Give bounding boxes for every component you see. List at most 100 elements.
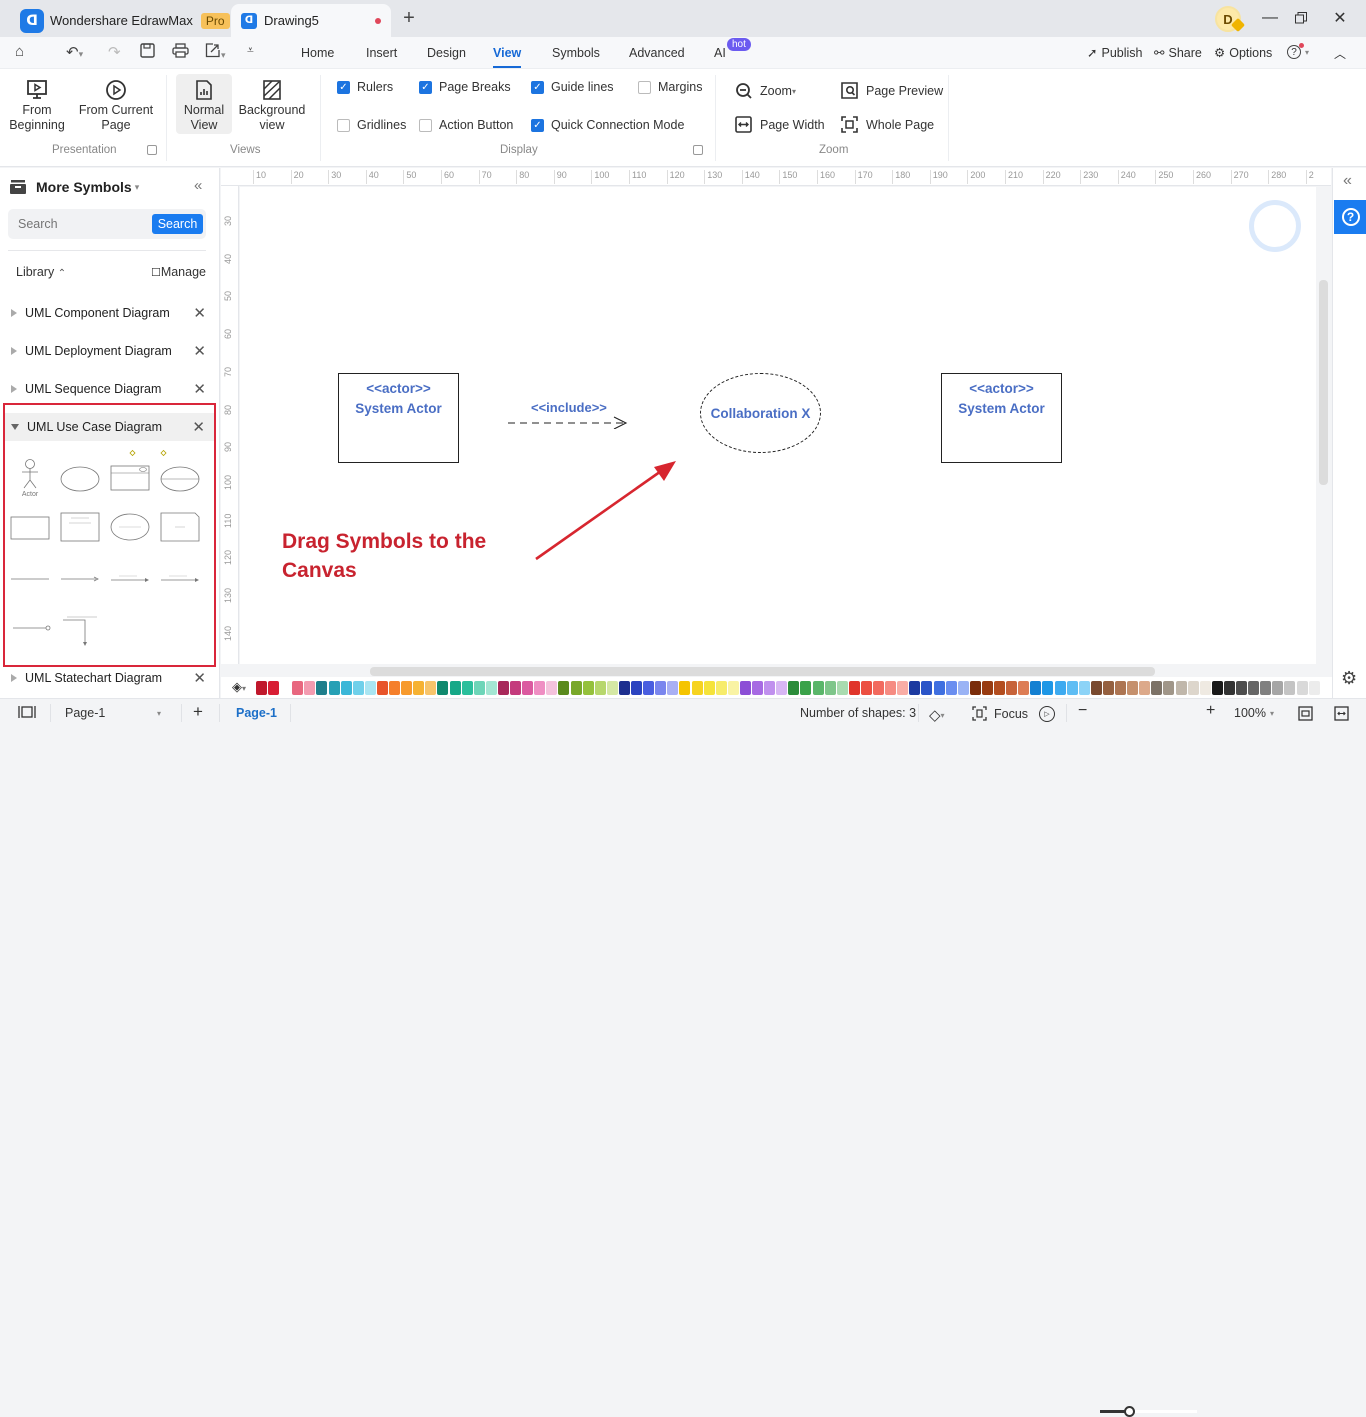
focus-button[interactable]: Focus bbox=[972, 706, 1028, 721]
page-breaks-checkbox[interactable]: ✓ Page Breaks bbox=[419, 80, 511, 94]
category-uml-deployment[interactable]: UML Deployment Diagram ✕ bbox=[0, 337, 220, 365]
add-page-button[interactable]: + bbox=[193, 702, 203, 722]
zoom-slider-thumb[interactable] bbox=[1124, 1406, 1136, 1417]
color-swatch[interactable] bbox=[727, 681, 739, 695]
page-preview-button[interactable]: Page Preview bbox=[841, 82, 943, 99]
help-menu-button[interactable]: ? ▾ bbox=[1287, 43, 1309, 59]
zoom-dropdown[interactable]: Zoom ▾ bbox=[735, 82, 796, 100]
zoom-slider[interactable] bbox=[1100, 1406, 1197, 1417]
color-swatch[interactable] bbox=[860, 681, 872, 695]
margins-checkbox[interactable]: Margins bbox=[638, 80, 702, 94]
color-swatch[interactable] bbox=[1054, 681, 1066, 695]
color-swatch[interactable] bbox=[1223, 681, 1235, 695]
color-swatch[interactable] bbox=[981, 681, 993, 695]
close-category-icon[interactable]: ✕ bbox=[193, 380, 206, 398]
color-swatch[interactable] bbox=[401, 681, 413, 695]
close-category-icon[interactable]: ✕ bbox=[193, 304, 206, 322]
undo-icon[interactable]: ↶▾ bbox=[66, 43, 83, 61]
search-input[interactable] bbox=[8, 209, 148, 239]
zoom-out-button[interactable]: − bbox=[1078, 702, 1087, 720]
color-swatch[interactable] bbox=[655, 681, 667, 695]
page-layout-icon[interactable] bbox=[18, 706, 36, 718]
redo-icon[interactable]: ↷ bbox=[108, 43, 121, 61]
color-swatch[interactable] bbox=[546, 681, 558, 695]
color-swatch[interactable] bbox=[473, 681, 485, 695]
color-swatch[interactable] bbox=[340, 681, 352, 695]
color-swatch[interactable] bbox=[824, 681, 836, 695]
color-swatch[interactable] bbox=[437, 681, 449, 695]
color-swatch[interactable] bbox=[268, 681, 280, 695]
color-swatch[interactable] bbox=[304, 681, 316, 695]
layers-button[interactable]: ◇ ▾ bbox=[929, 706, 945, 724]
color-swatch[interactable] bbox=[606, 681, 618, 695]
close-window-button[interactable]: ✕ bbox=[1327, 6, 1353, 30]
action-button-checkbox[interactable]: Action Button bbox=[419, 118, 513, 132]
vertical-ruler[interactable]: 30 40 50 60 70 80 90 100 110 120 130 140 bbox=[221, 186, 239, 664]
color-swatch[interactable] bbox=[582, 681, 594, 695]
category-uml-component[interactable]: UML Component Diagram ✕ bbox=[0, 299, 220, 327]
drawing-canvas[interactable]: <<actor>> System Actor <<include>> Colla… bbox=[240, 187, 1316, 664]
fit-width-button[interactable] bbox=[1334, 706, 1349, 721]
color-swatch[interactable] bbox=[933, 681, 945, 695]
color-swatch[interactable] bbox=[788, 681, 800, 695]
color-swatch[interactable] bbox=[316, 681, 328, 695]
color-swatch[interactable] bbox=[510, 681, 521, 695]
color-swatch[interactable] bbox=[485, 681, 497, 695]
color-swatch[interactable] bbox=[376, 681, 388, 695]
customize-toolbar-icon[interactable]: ⩡ bbox=[247, 43, 254, 58]
color-swatch[interactable] bbox=[1030, 681, 1042, 695]
quick-connection-checkbox[interactable]: ✓ Quick Connection Mode bbox=[531, 118, 684, 132]
color-swatch[interactable] bbox=[643, 681, 655, 695]
close-category-icon[interactable]: ✕ bbox=[193, 669, 206, 687]
whole-page-button[interactable]: Whole Page bbox=[841, 116, 934, 133]
color-swatch[interactable] bbox=[1163, 681, 1175, 695]
help-button[interactable]: ? bbox=[1334, 200, 1366, 234]
color-swatch[interactable] bbox=[1248, 681, 1260, 695]
color-swatch[interactable] bbox=[594, 681, 606, 695]
search-button[interactable]: Search bbox=[152, 214, 203, 234]
zoom-in-button[interactable]: + bbox=[1206, 702, 1215, 720]
color-swatch[interactable] bbox=[1042, 681, 1054, 695]
restore-button[interactable] bbox=[1288, 6, 1314, 30]
color-swatch[interactable] bbox=[1018, 681, 1030, 695]
color-swatch[interactable] bbox=[425, 681, 437, 695]
vertical-scrollbar[interactable] bbox=[1319, 280, 1328, 485]
home-icon[interactable]: ⌂ bbox=[15, 43, 24, 60]
manage-button[interactable]: ☐Manage bbox=[151, 265, 206, 279]
color-swatch[interactable] bbox=[497, 681, 509, 695]
color-swatch[interactable] bbox=[752, 681, 763, 695]
color-swatch[interactable] bbox=[1127, 681, 1139, 695]
more-symbols-dropdown[interactable]: More Symbols ▾ bbox=[10, 179, 139, 195]
color-swatch[interactable] bbox=[558, 681, 570, 695]
color-swatch[interactable] bbox=[1115, 681, 1126, 695]
tab-symbols[interactable]: Symbols bbox=[552, 46, 600, 60]
tab-design[interactable]: Design bbox=[427, 46, 466, 60]
color-swatch[interactable] bbox=[1078, 681, 1090, 695]
color-swatch[interactable] bbox=[667, 681, 679, 695]
collaboration-shape[interactable]: Collaboration X bbox=[700, 373, 821, 453]
tab-insert[interactable]: Insert bbox=[366, 46, 397, 60]
color-swatch[interactable] bbox=[1102, 681, 1114, 695]
fit-page-button[interactable] bbox=[1298, 706, 1313, 721]
export-icon[interactable]: ▾ bbox=[205, 43, 226, 62]
color-swatch[interactable] bbox=[691, 681, 703, 695]
color-swatch[interactable] bbox=[945, 681, 957, 695]
color-swatch[interactable] bbox=[812, 681, 824, 695]
tab-home[interactable]: Home bbox=[301, 46, 334, 60]
color-swatch[interactable] bbox=[631, 681, 642, 695]
fill-bucket-icon[interactable]: ◈▾ bbox=[232, 679, 246, 695]
color-swatch[interactable] bbox=[836, 681, 848, 695]
play-button[interactable]: ▷ bbox=[1039, 706, 1055, 722]
color-swatch[interactable] bbox=[800, 681, 812, 695]
color-swatch[interactable] bbox=[1006, 681, 1018, 695]
color-swatch[interactable] bbox=[679, 681, 691, 695]
color-swatch[interactable] bbox=[1211, 681, 1223, 695]
page-width-button[interactable]: Page Width bbox=[735, 116, 825, 133]
color-swatch[interactable] bbox=[957, 681, 969, 695]
zoom-level-dropdown[interactable]: 100% ▾ bbox=[1234, 706, 1274, 720]
presentation-dialog-launcher[interactable] bbox=[147, 145, 157, 155]
color-swatch[interactable] bbox=[909, 681, 921, 695]
color-swatch[interactable] bbox=[461, 681, 473, 695]
color-swatch[interactable] bbox=[1199, 681, 1211, 695]
save-icon[interactable] bbox=[140, 43, 155, 62]
